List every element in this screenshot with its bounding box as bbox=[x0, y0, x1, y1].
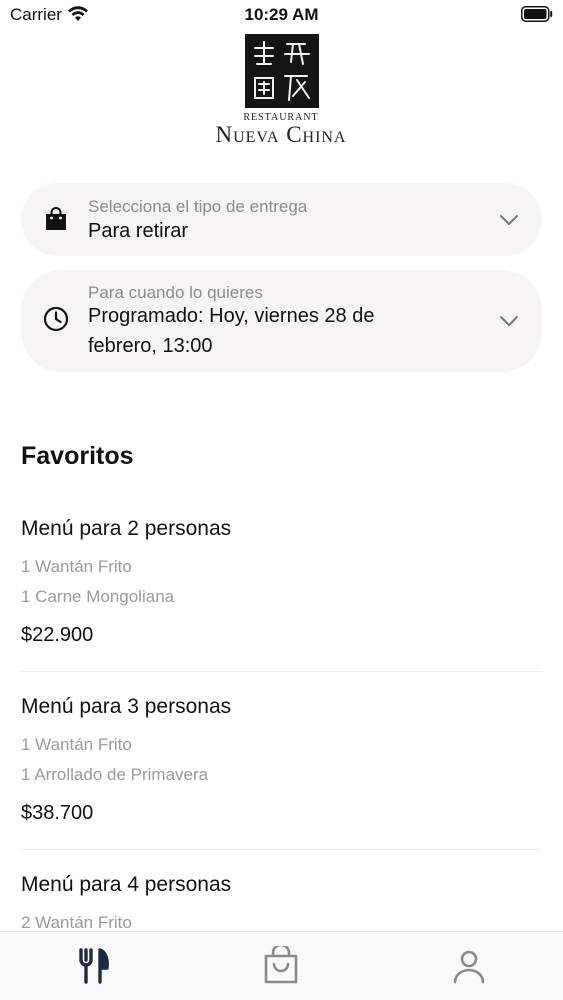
restaurant-logo: Restaurant Nueva China bbox=[202, 32, 360, 150]
status-bar: Carrier 10:29 AM bbox=[0, 0, 563, 30]
favorite-item-price: $22.900 bbox=[21, 624, 94, 646]
schedule-value: Programado: Hoy, viernes 28 de febrero, … bbox=[88, 305, 375, 357]
favorite-item-3-personas[interactable]: Menú para 3 personas 1 Wantán Frito 1 Ar… bbox=[21, 695, 541, 835]
favorite-item-line: 2 Wantán Frito bbox=[21, 913, 132, 931]
delivery-type-caption: Selecciona el tipo de entrega bbox=[88, 197, 308, 216]
favorite-item-line: 1 Wantán Frito bbox=[21, 557, 132, 576]
favorite-item-price: $38.700 bbox=[21, 802, 94, 824]
schedule-selector[interactable]: Para cuando lo quieres Programado: Hoy, … bbox=[21, 270, 542, 372]
favorites-title: Favoritos bbox=[21, 442, 134, 470]
tab-profile[interactable] bbox=[451, 946, 487, 986]
logo-seal-icon bbox=[245, 34, 319, 108]
favorite-item-2-personas[interactable]: Menú para 2 personas 1 Wantán Frito 1 Ca… bbox=[21, 517, 541, 657]
person-icon bbox=[453, 950, 485, 984]
chevron-down-icon bbox=[500, 316, 518, 326]
delivery-type-value: Para retirar bbox=[88, 220, 189, 242]
favorite-item-line: 1 Wantán Frito bbox=[21, 735, 132, 754]
favorite-item-title: Menú para 2 personas bbox=[21, 517, 232, 540]
shopping-bag-icon bbox=[46, 207, 66, 230]
tab-bar bbox=[0, 931, 563, 1000]
battery-icon bbox=[521, 6, 553, 22]
status-time: 10:29 AM bbox=[244, 5, 319, 24]
favorite-item-title: Menú para 3 personas bbox=[21, 695, 232, 718]
tab-cart[interactable] bbox=[263, 943, 299, 986]
fork-knife-icon bbox=[79, 948, 109, 984]
logo-restaurant-name: Nueva China bbox=[215, 122, 347, 147]
clock-icon bbox=[43, 306, 69, 332]
favorite-item-line: 1 Carne Mongoliana bbox=[21, 587, 175, 606]
delivery-type-selector[interactable]: Selecciona el tipo de entrega Para retir… bbox=[21, 183, 542, 256]
divider bbox=[21, 671, 541, 672]
schedule-caption: Para cuando lo quieres bbox=[88, 283, 263, 302]
favorite-item-title: Menú para 4 personas bbox=[21, 873, 232, 896]
favorite-item-4-personas[interactable]: Menú para 4 personas 2 Wantán Frito bbox=[21, 873, 541, 931]
favorite-item-line: 1 Arrollado de Primavera bbox=[21, 765, 209, 784]
tab-menu[interactable] bbox=[76, 946, 112, 986]
shopping-bag-icon bbox=[264, 943, 298, 984]
divider bbox=[21, 849, 541, 850]
chevron-down-icon bbox=[500, 215, 518, 225]
